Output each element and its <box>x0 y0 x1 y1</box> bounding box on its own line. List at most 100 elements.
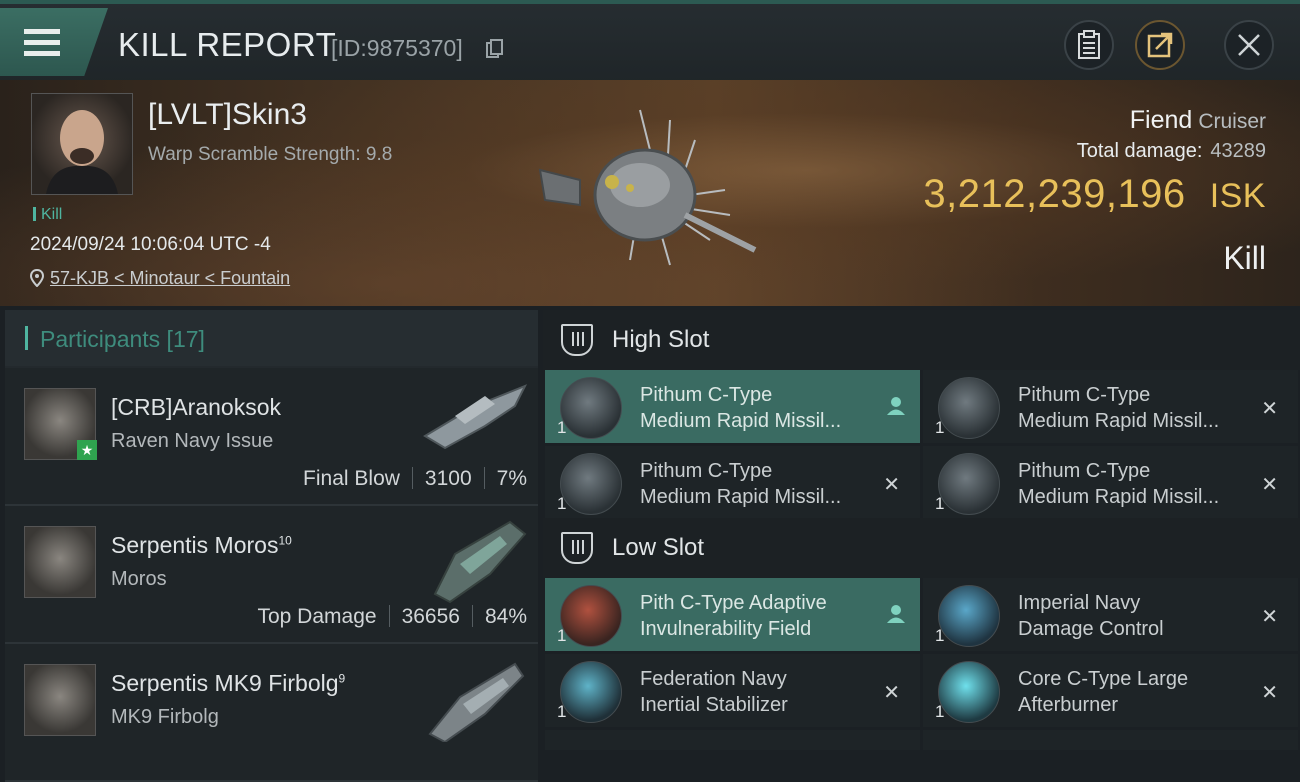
participant-level: 10 <box>278 533 292 548</box>
module-name: Pithum C-Type Medium Rapid Missil... <box>1018 460 1220 508</box>
victim-name: [LVLT]Skin3 <box>148 98 307 131</box>
isk-value: 3,212,239,196 ISK <box>923 172 1266 217</box>
clipboard-button[interactable] <box>1064 20 1114 70</box>
participant-row[interactable]: Serpentis Moros10 Moros Top Damage 36656 8… <box>5 506 538 644</box>
share-button[interactable] <box>1135 20 1185 70</box>
module-item-partial[interactable] <box>545 730 920 750</box>
module-item[interactable]: 1 Pithum C-Type Medium Rapid Missil... ✕ <box>923 446 1298 519</box>
ship-icon <box>433 520 527 604</box>
module-quantity: 1 <box>935 702 945 721</box>
module-item[interactable]: 1 Pithum C-Type Medium Rapid Missil... ✕ <box>545 446 920 519</box>
module-item[interactable]: 1 Core C-Type Large Afterburner ✕ <box>923 654 1298 727</box>
module-name: Core C-Type Large Afterburner <box>1018 668 1189 716</box>
module-item[interactable]: 1 Federation Navy Inertial Stabilizer ✕ <box>545 654 920 727</box>
person-icon <box>887 397 905 415</box>
stat-label: Top Damage <box>257 605 377 628</box>
missile-launcher-icon <box>560 377 622 439</box>
destroyed-icon: ✕ <box>1261 474 1278 496</box>
destroyed-icon: ✕ <box>883 474 900 496</box>
ship-name-text: Fiend <box>1129 106 1193 134</box>
damage-control-icon <box>938 585 1000 647</box>
module-quantity: 1 <box>557 702 567 721</box>
module-item[interactable]: 1 Imperial Navy Damage Control ✕ <box>923 578 1298 651</box>
participant-ship: Moros <box>111 568 167 590</box>
location-link[interactable]: 57-KJB < Minotaur < Fountain <box>50 268 290 288</box>
participants-header[interactable]: Participants [17] <box>5 310 538 366</box>
low-slot-header: Low Slot <box>543 518 1300 578</box>
kill-datetime: 2024/09/24 10:06:04 UTC -4 <box>30 234 271 255</box>
participant-ship: MK9 Firbolg <box>111 706 219 728</box>
missile-launcher-icon <box>938 453 1000 515</box>
victim-avatar[interactable] <box>31 93 133 195</box>
participant-name: [CRB]Aranoksok <box>111 394 281 421</box>
ship-icon <box>428 662 525 742</box>
ship-class: Cruiser <box>1198 110 1266 133</box>
missile-launcher-icon <box>560 453 622 515</box>
stat-label: Final Blow <box>303 467 400 490</box>
module-quantity: 1 <box>935 418 945 437</box>
module-quantity: 1 <box>557 494 567 513</box>
module-quantity: 1 <box>557 626 567 645</box>
shield-module-icon <box>560 585 622 647</box>
module-item-partial[interactable] <box>923 730 1298 750</box>
participant-stats: Final Blow 3100 7% <box>303 467 527 491</box>
participant-ship: Raven Navy Issue <box>111 430 274 452</box>
victim-ship-name: Fiend Cruiser <box>1130 106 1266 135</box>
low-slot-icon <box>561 532 593 564</box>
victim-ship-icon <box>538 109 757 266</box>
isk-unit: ISK <box>1209 177 1266 215</box>
victim-banner: [LVLT]Skin3 Warp Scramble Strength: 9.8 … <box>0 80 1300 306</box>
participant-avatar[interactable] <box>24 664 96 736</box>
ship-icon <box>423 384 528 450</box>
participant-name: Serpentis Moros10 <box>111 532 292 559</box>
total-damage-value: 43289 <box>1210 140 1266 162</box>
kill-location[interactable]: 57-KJB < Minotaur < Fountain <box>29 268 290 289</box>
close-icon <box>1238 34 1260 56</box>
total-damage-label: Total damage: <box>1076 140 1203 162</box>
top-bar: KILL REPORT [ID:9875370] <box>0 0 1300 84</box>
participants-label: Participants [17] <box>40 326 205 352</box>
module-item[interactable]: 1 Pith C-Type Adaptive Invulnerability F… <box>545 578 920 651</box>
module-name: Pithum C-Type Medium Rapid Missil... <box>640 460 842 508</box>
share-icon <box>1147 32 1173 58</box>
copy-icon[interactable] <box>486 39 504 59</box>
participant-avatar[interactable] <box>24 526 96 598</box>
participant-name: Serpentis MK9 Firbolg9 <box>111 670 345 697</box>
pilot-portrait-icon <box>46 110 118 194</box>
participant-row[interactable]: ★ [CRB]Aranoksok Raven Navy Issue Final … <box>5 368 538 506</box>
person-icon <box>887 605 905 623</box>
location-pin-icon <box>29 268 45 288</box>
destroyed-icon: ✕ <box>883 682 900 704</box>
module-item[interactable]: 1 Pithum C-Type Medium Rapid Missil... <box>545 370 920 443</box>
module-quantity: 1 <box>935 626 945 645</box>
star-icon: ★ <box>77 440 97 460</box>
high-slot-icon <box>561 324 593 356</box>
participant-level: 9 <box>338 671 346 686</box>
participant-name-text: Serpentis Moros <box>111 532 279 558</box>
module-name: Imperial Navy Damage Control <box>1018 592 1164 640</box>
high-slot-label: High Slot <box>612 326 710 353</box>
module-name: Pithum C-Type Medium Rapid Missil... <box>640 384 842 432</box>
participant-row[interactable]: Serpentis MK9 Firbolg9 MK9 Firbolg <box>5 644 538 782</box>
stat-percent: 7% <box>496 467 527 490</box>
menu-icon <box>24 29 60 56</box>
stat-damage: 36656 <box>401 605 460 628</box>
clipboard-icon <box>1078 30 1100 59</box>
destroyed-icon: ✕ <box>1261 682 1278 704</box>
high-slot-header: High Slot <box>543 310 1300 370</box>
afterburner-icon <box>938 661 1000 723</box>
page-title: KILL REPORT <box>118 26 337 63</box>
participant-name-text: [CRB]Aranoksok <box>111 394 282 420</box>
participant-stats: Top Damage 36656 84% <box>257 605 527 629</box>
header-accent <box>25 326 28 350</box>
report-id: [ID:9875370] <box>331 35 463 61</box>
warp-scramble-strength: Warp Scramble Strength: 9.8 <box>148 144 393 165</box>
menu-button[interactable] <box>0 8 108 76</box>
participant-name-text: Serpentis MK9 Firbolg <box>111 670 339 696</box>
module-quantity: 1 <box>935 494 945 513</box>
close-button[interactable] <box>1224 20 1274 70</box>
stat-percent: 84% <box>484 605 527 628</box>
module-item[interactable]: 1 Pithum C-Type Medium Rapid Missil... ✕ <box>923 370 1298 443</box>
module-quantity: 1 <box>557 418 567 437</box>
module-name: Pith C-Type Adaptive Invulnerability Fie… <box>640 592 827 640</box>
